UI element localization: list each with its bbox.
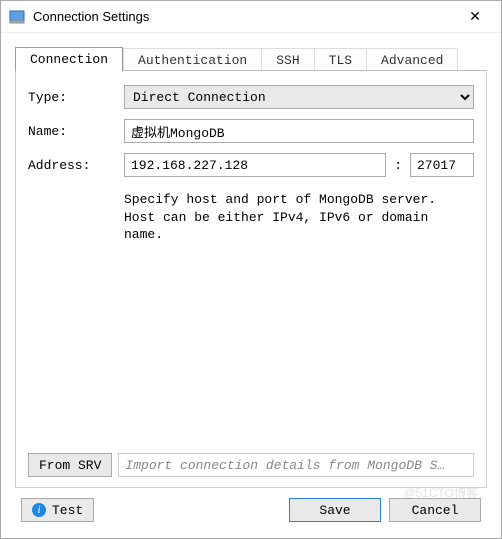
connection-settings-window: Connection Settings ✕ Connection Authent… bbox=[0, 0, 502, 539]
address-separator: : bbox=[392, 158, 404, 173]
row-address: Address: : bbox=[28, 153, 474, 177]
test-button[interactable]: i Test bbox=[21, 498, 94, 522]
row-srv: From SRV Import connection details from … bbox=[28, 453, 474, 477]
bottom-bar: i Test Save Cancel bbox=[15, 488, 487, 528]
name-label: Name: bbox=[28, 124, 124, 139]
tab-panel-connection: Type: Direct Connection Name: Address: : bbox=[15, 70, 487, 488]
tab-ssh[interactable]: SSH bbox=[262, 48, 314, 72]
tab-tls[interactable]: TLS bbox=[315, 48, 367, 72]
srv-input[interactable]: Import connection details from MongoDB S… bbox=[118, 453, 474, 477]
save-button[interactable]: Save bbox=[289, 498, 381, 522]
content-area: Connection Authentication SSH TLS Advanc… bbox=[1, 33, 501, 538]
type-label: Type: bbox=[28, 90, 124, 105]
tab-connection[interactable]: Connection bbox=[15, 47, 123, 72]
tab-authentication[interactable]: Authentication bbox=[123, 48, 262, 72]
address-host-input[interactable] bbox=[124, 153, 386, 177]
tab-advanced[interactable]: Advanced bbox=[367, 48, 458, 72]
from-srv-button[interactable]: From SRV bbox=[28, 453, 112, 477]
close-icon: ✕ bbox=[469, 8, 481, 25]
cancel-button[interactable]: Cancel bbox=[389, 498, 481, 522]
window-title: Connection Settings bbox=[33, 9, 455, 24]
address-port-input[interactable] bbox=[410, 153, 474, 177]
address-hint: Specify host and port of MongoDB server.… bbox=[124, 191, 474, 244]
titlebar: Connection Settings ✕ bbox=[1, 1, 501, 33]
app-icon bbox=[9, 9, 25, 25]
info-icon: i bbox=[32, 503, 46, 517]
tabstrip: Connection Authentication SSH TLS Advanc… bbox=[15, 45, 487, 71]
close-button[interactable]: ✕ bbox=[455, 3, 495, 31]
address-label: Address: bbox=[28, 158, 124, 173]
type-dropdown[interactable]: Direct Connection bbox=[124, 85, 474, 109]
row-name: Name: bbox=[28, 119, 474, 143]
name-input[interactable] bbox=[124, 119, 474, 143]
row-type: Type: Direct Connection bbox=[28, 85, 474, 109]
